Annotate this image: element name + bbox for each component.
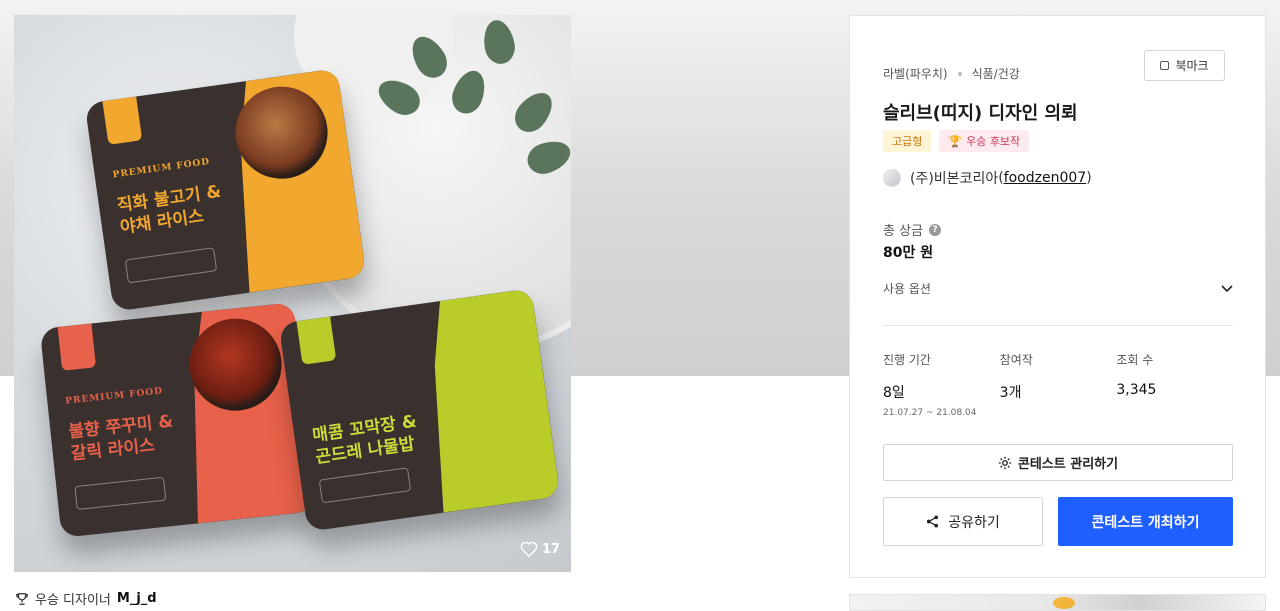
heart-icon [520, 541, 538, 557]
pack-series: PREMIUM FOOD [64, 386, 164, 407]
manage-contest-label: 콘테스트 관리하기 [1017, 457, 1119, 472]
avatar [883, 169, 901, 187]
divider [883, 325, 1233, 326]
product-pack-bulgogi: PREMIUM FOOD 직화 불고기 & 야채 라이스 [84, 68, 367, 312]
help-icon[interactable]: ? [929, 223, 942, 236]
badge-list: 고급형 🏆 우승 후보작 [883, 130, 1030, 152]
winner-designer: 우승 디자이너 M_j_d [15, 589, 157, 608]
host-id-link[interactable]: foodzen007 [1004, 170, 1087, 186]
host-company: (주)비본코리아 [910, 171, 999, 187]
share-label: 공유하기 [948, 514, 1000, 531]
host-info: (주)비본코리아 (foodzen007) [883, 168, 1092, 188]
stat-duration-label: 진행 기간 [883, 353, 931, 367]
stat-entries-label: 참여작 [999, 353, 1033, 367]
next-card-preview[interactable] [849, 594, 1266, 611]
like-count: 17 [542, 541, 561, 557]
stat-duration-range: 21.07.27 ~ 21.08.04 [883, 408, 977, 418]
like-button[interactable]: 17 [520, 541, 560, 557]
product-image[interactable]: PREMIUM FOOD 직화 불고기 & 야채 라이스 PREMIUM FOO… [14, 15, 571, 572]
contest-title: 슬리브(띠지) 디자인 의뢰 [883, 103, 1078, 124]
share-button[interactable]: 공유하기 [883, 497, 1043, 546]
prize-label: 총 상금 ? [883, 220, 942, 239]
brand-tag [296, 316, 337, 365]
prize-label-text: 총 상금 [883, 224, 924, 239]
trophy-icon [16, 592, 28, 605]
share-icon [927, 515, 939, 528]
breadcrumb: 라벨(파우치) 식품/건강 [883, 65, 1020, 82]
breadcrumb-subcategory[interactable]: 식품/건강 [972, 65, 1020, 82]
stat-views-label: 조회 수 [1116, 353, 1154, 367]
chevron-down-icon [1221, 284, 1233, 292]
pack-series: PREMIUM FOOD [112, 156, 211, 181]
pack-title: 불향 쭈꾸미 & 갈릭 라이스 [68, 407, 212, 465]
brand-tag [102, 96, 143, 145]
contest-info-panel: 라벨(파우치) 식품/건강 북마크 슬리브(띠지) 디자인 의뢰 고급형 🏆 우… [849, 15, 1266, 578]
host-id-close: ) [1086, 170, 1092, 186]
product-pack-jjukkumi: PREMIUM FOOD 불향 쭈꾸미 & 갈릭 라이스 [39, 302, 316, 538]
bookmark-icon [1160, 61, 1170, 70]
pack-info-box [318, 467, 412, 504]
candidate-badge-label: 우승 후보작 [966, 135, 1021, 148]
brand-tag [57, 323, 97, 371]
pack-info-box [74, 476, 167, 511]
pack-title: 직화 불고기 & 야채 라이스 [116, 176, 261, 239]
preview-image [1053, 597, 1075, 609]
pack-info-box [124, 247, 218, 284]
breadcrumb-separator [957, 71, 962, 76]
breadcrumb-category[interactable]: 라벨(파우치) [883, 65, 948, 82]
gear-icon [998, 456, 1012, 469]
stat-views: 조회 수 3,345 [1116, 351, 1233, 418]
manage-contest-button[interactable]: 콘테스트 관리하기 [883, 444, 1233, 481]
product-pack-kkomak: 매콤 꼬막장 & 곤드레 나물밥 [278, 288, 561, 532]
bookmark-button[interactable]: 북마크 [1144, 50, 1225, 81]
pack-title: 매콤 꼬막장 & 곤드레 나물밥 [311, 406, 456, 469]
host-contest-button[interactable]: 콘테스트 개최하기 [1058, 497, 1233, 546]
candidate-badge: 🏆 우승 후보작 [939, 130, 1030, 152]
usage-options-toggle[interactable]: 사용 옵션 [883, 280, 1233, 297]
bookmark-label: 북마크 [1175, 59, 1209, 73]
contest-stats: 진행 기간 8일 21.07.27 ~ 21.08.04 참여작 3개 조회 수… [883, 351, 1233, 418]
stat-entries: 참여작 3개 [1000, 351, 1117, 418]
usage-options-label: 사용 옵션 [883, 282, 931, 296]
designer-name[interactable]: M_j_d [117, 591, 157, 606]
stat-duration-value: 8일 [883, 385, 905, 401]
designer-prefix: 우승 디자이너 [35, 593, 111, 608]
stat-entries-value: 3개 [999, 385, 1022, 401]
prize-value: 80만 원 [883, 245, 934, 261]
stat-duration: 진행 기간 8일 21.07.27 ~ 21.08.04 [883, 351, 1000, 418]
grade-badge: 고급형 [883, 130, 932, 152]
stat-views-value: 3,345 [1116, 382, 1157, 398]
trophy-icon: 🏆 [948, 134, 963, 148]
